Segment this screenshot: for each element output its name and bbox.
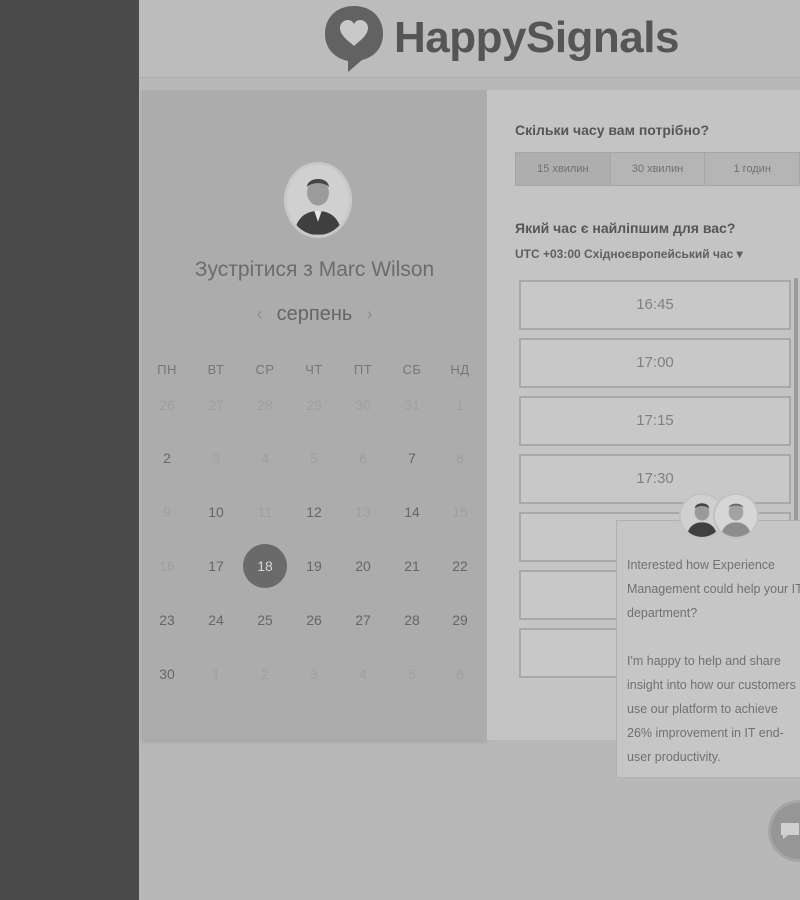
calendar-day[interactable]: 28	[245, 383, 285, 427]
calendar-day[interactable]: 1	[440, 383, 480, 427]
timezone-selector[interactable]: UTC +03:00 Східноєвропейський час ▾	[515, 247, 743, 261]
calendar-day[interactable]: 13	[343, 490, 383, 534]
calendar-day[interactable]: 29	[294, 383, 334, 427]
calendar-day[interactable]: 23	[147, 598, 187, 642]
calendar-day[interactable]: 7	[392, 436, 432, 480]
calendar-day[interactable]: 2	[147, 436, 187, 480]
calendar-day[interactable]: 30	[343, 383, 383, 427]
chat-bubble-icon	[781, 823, 799, 839]
calendar-day[interactable]: 6	[440, 652, 480, 696]
month-navigation: ‹ серпень ›	[142, 303, 487, 326]
weekday-label: ПТ	[353, 362, 373, 377]
calendar-day[interactable]: 24	[196, 598, 236, 642]
calendar-day[interactable]: 25	[245, 598, 285, 642]
chevron-right-icon[interactable]: ›	[366, 304, 372, 325]
duration-option-15[interactable]: 15 хвилин	[516, 153, 611, 185]
header: HappySignals	[139, 0, 800, 78]
calendar-day[interactable]: 26	[147, 383, 187, 427]
calendar-card: Зустрітися з Marc Wilson ‹ серпень › ПН В…	[142, 90, 487, 740]
calendar-day[interactable]: 6	[343, 436, 383, 480]
calendar-day[interactable]: 28	[392, 598, 432, 642]
time-slot[interactable]: 16:45	[519, 280, 791, 330]
calendar-day[interactable]: 5	[392, 652, 432, 696]
calendar-day[interactable]: 12	[294, 490, 334, 534]
weekday-label: ПН	[157, 362, 177, 377]
calendar-day[interactable]: 26	[294, 598, 334, 642]
duration-question: Скільки часу вам потрібно?	[515, 122, 710, 138]
chat-message: Interested how Experience Management cou…	[627, 553, 800, 769]
left-dark-strip	[0, 0, 139, 900]
calendar-day[interactable]: 19	[294, 544, 334, 588]
host-avatar	[284, 162, 352, 238]
time-slot[interactable]: 17:15	[519, 396, 791, 446]
weekday-label: ВТ	[207, 362, 225, 377]
duration-option-60[interactable]: 1 годин	[705, 153, 799, 185]
chat-paragraph: Interested how Experience Management cou…	[627, 558, 800, 620]
chat-paragraph: I'm happy to help and share insight into…	[627, 654, 796, 764]
weekday-label: СБ	[402, 362, 422, 377]
time-question: Який час є найліпшим для вас?	[515, 220, 736, 236]
calendar-day[interactable]: 22	[440, 544, 480, 588]
calendar-day[interactable]: 20	[343, 544, 383, 588]
calendar-day[interactable]: 27	[343, 598, 383, 642]
weekday-label: ЧТ	[305, 362, 323, 377]
brand-name: HappySignals	[394, 13, 679, 62]
calendar-day[interactable]: 27	[196, 383, 236, 427]
calendar-day[interactable]: 15	[440, 490, 480, 534]
calendar-day[interactable]: 10	[196, 490, 236, 534]
calendar-day[interactable]: 5	[294, 436, 334, 480]
month-label: серпень	[276, 303, 353, 325]
weekday-label: СР	[255, 362, 275, 377]
calendar-day[interactable]: 29	[440, 598, 480, 642]
calendar-day[interactable]: 4	[245, 436, 285, 480]
calendar-day[interactable]: 3	[294, 652, 334, 696]
chat-avatars	[679, 493, 759, 547]
calendar-day-selected[interactable]: 18	[243, 544, 287, 588]
calendar-day[interactable]: 8	[440, 436, 480, 480]
calendar-day[interactable]: 3	[196, 436, 236, 480]
heart-speech-bubble-icon	[322, 2, 386, 74]
brand-logo[interactable]: HappySignals	[322, 0, 679, 76]
calendar-day[interactable]: 16	[147, 544, 187, 588]
calendar-day[interactable]: 30	[147, 652, 187, 696]
calendar-day[interactable]: 9	[147, 490, 187, 534]
duration-option-30[interactable]: 30 хвилин	[611, 153, 706, 185]
calendar-day[interactable]: 17	[196, 544, 236, 588]
time-slot[interactable]: 17:00	[519, 338, 791, 388]
meeting-title: Зустрітися з Marc Wilson	[194, 258, 435, 281]
calendar-day[interactable]: 11	[245, 490, 285, 534]
calendar-day[interactable]: 14	[392, 490, 432, 534]
weekday-label: НД	[450, 362, 470, 377]
calendar-day[interactable]: 2	[245, 652, 285, 696]
calendar-day[interactable]: 4	[343, 652, 383, 696]
calendar-day[interactable]: 21	[392, 544, 432, 588]
calendar-day[interactable]: 31	[392, 383, 432, 427]
chat-popup[interactable]: Interested how Experience Management cou…	[616, 493, 800, 778]
chevron-left-icon[interactable]: ‹	[257, 304, 263, 325]
calendar-day[interactable]: 1	[196, 652, 236, 696]
duration-selector: 15 хвилин 30 хвилин 1 годин	[515, 152, 800, 186]
agent-avatar	[713, 493, 759, 539]
